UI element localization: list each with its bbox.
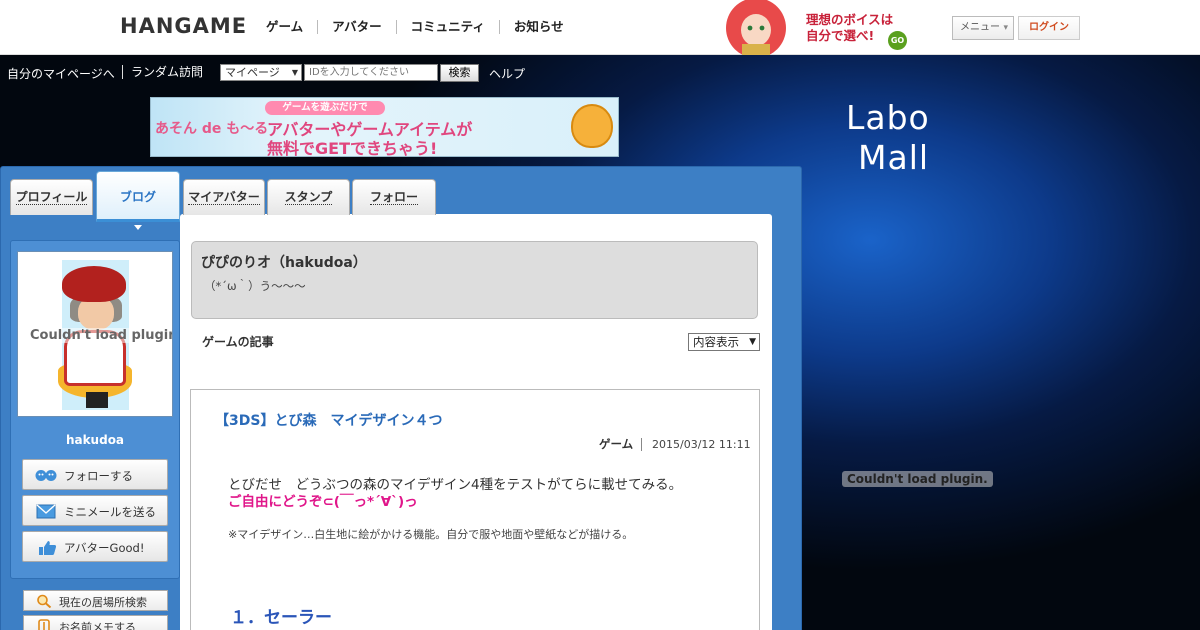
help-link[interactable]: ヘルプ	[489, 65, 525, 82]
article-date: 2015/03/12 11:11	[652, 438, 751, 451]
tab-blog[interactable]: ブログ	[96, 171, 180, 222]
banner-headline-2: 無料でGETできちゃう!	[267, 139, 438, 157]
promo-text[interactable]: 理想のボイスは 自分で選べ!	[806, 12, 893, 44]
labo-logo-line2: Mall	[858, 138, 930, 177]
article-paragraph-2: ご自由にどうぞ⊂(￣っ*´∀`)っ	[228, 494, 418, 510]
ad-banner[interactable]: あそん de も〜る ゲームを遊ぶだけで アバターやゲームアイテムが 無料でGE…	[150, 97, 619, 157]
location-search-label: 現在の居場所検索	[59, 596, 147, 609]
plugin-error-avatar: Couldn't load plugin.	[30, 328, 172, 343]
article-title[interactable]: 【3DS】とび森 マイデザイン４つ	[215, 410, 442, 430]
follow-button[interactable]: フォローする	[22, 459, 168, 490]
tab-my-avatar[interactable]: マイアバター	[183, 179, 265, 215]
promo-line2: 自分で選べ!	[806, 28, 875, 43]
random-visit-link[interactable]: ランダム訪問	[122, 65, 203, 79]
article-note: ※マイデザイン…白生地に絵がかける機能。自分で服や地面や壁紙などが描ける。	[228, 528, 634, 541]
banner-brand: あそん de も〜る	[155, 121, 269, 137]
tab-my-avatar-label: マイアバター	[188, 190, 260, 205]
promo-go-button[interactable]: GO	[888, 31, 907, 50]
menu-dropdown[interactable]: メニュー	[952, 16, 1014, 40]
global-nav: ゲーム アバター コミュニティ お知らせ	[266, 20, 578, 34]
category-heading: ゲームの記事	[202, 335, 274, 349]
nav-game[interactable]: ゲーム	[266, 20, 317, 34]
sub-nav: 自分のマイページへ ランダム訪問 マイページ 検索 ヘルプ	[0, 55, 1200, 89]
tab-follow-label: フォロー	[369, 190, 418, 205]
search-type-select[interactable]: マイページ	[220, 64, 302, 81]
avatar[interactable]: Couldn't load plugin.	[17, 251, 173, 417]
view-mode-select[interactable]: 内容表示	[688, 333, 760, 351]
article-section-heading: １．セーラー	[230, 608, 332, 628]
location-search-button[interactable]: 現在の居場所検索	[23, 590, 168, 611]
thumbs-up-icon	[39, 541, 57, 555]
labo-logo-line1: Labo	[846, 98, 930, 137]
tab-blog-label: ブログ	[119, 190, 156, 204]
tab-stamp[interactable]: スタンプ	[267, 179, 350, 215]
name-memo-label: お名前メモする	[59, 621, 136, 630]
avatar-good-button[interactable]: アバターGood!	[22, 531, 168, 562]
avatar-good-label: アバターGood!	[64, 541, 145, 555]
nav-avatar[interactable]: アバター	[317, 20, 396, 34]
name-memo-button[interactable]: お名前メモする	[23, 615, 168, 630]
promo-line1: 理想のボイスは	[806, 12, 894, 27]
profile-header: ぴぴのりオ（hakudoa） （*´ω｀）う〜〜〜	[191, 241, 758, 319]
profile-display-name: ぴぴのりオ（hakudoa）	[201, 255, 367, 271]
magnifier-icon	[37, 594, 52, 608]
nav-news[interactable]: お知らせ	[498, 20, 578, 34]
active-tab-arrow-icon	[134, 225, 142, 230]
banner-tag: ゲームを遊ぶだけで	[265, 101, 385, 115]
my-page-link[interactable]: 自分のマイページへ	[7, 65, 115, 82]
follow-icon	[35, 470, 57, 481]
send-mini-mail-button[interactable]: ミニメールを送る	[22, 495, 168, 526]
tab-follow[interactable]: フォロー	[352, 179, 436, 215]
send-mini-mail-label: ミニメールを送る	[64, 505, 156, 519]
global-header: HANGAME ゲーム アバター コミュニティ お知らせ 理想のボイスは 自分で…	[0, 0, 1200, 55]
avatar-hat	[62, 266, 126, 302]
id-search-input[interactable]	[304, 64, 438, 81]
avatar-legs	[86, 392, 108, 408]
memo-clip-icon	[38, 619, 50, 630]
sidebar-username: hakudoa	[65, 433, 125, 447]
labo-mall-logo[interactable]: Labo Mall	[846, 100, 966, 184]
login-button[interactable]: ログイン	[1018, 16, 1080, 40]
hamster-mascot-icon	[571, 104, 613, 148]
tab-profile-label: プロフィール	[15, 190, 88, 205]
tab-profile[interactable]: プロフィール	[10, 179, 93, 215]
hangame-logo[interactable]: HANGAME	[120, 14, 247, 38]
tab-stamp-label: スタンプ	[284, 190, 333, 205]
plugin-error-right: Couldn't load plugin.	[842, 471, 993, 487]
nav-community[interactable]: コミュニティ	[395, 20, 499, 34]
follow-button-label: フォローする	[64, 469, 133, 483]
profile-message: （*´ω｀）う〜〜〜	[204, 279, 306, 293]
mail-icon	[36, 504, 56, 519]
promo-character-image[interactable]	[712, 0, 800, 55]
article-category[interactable]: ゲーム	[599, 438, 643, 451]
search-button[interactable]: 検索	[440, 64, 479, 82]
